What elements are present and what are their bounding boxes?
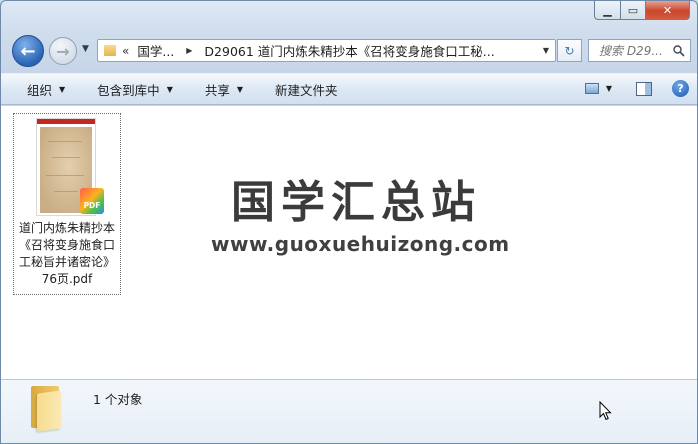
file-name-line: 工秘旨并诸密论》 <box>18 255 115 269</box>
chevron-down-icon: ▼ <box>236 84 244 94</box>
include-library-label: 包含到库中 <box>97 82 160 98</box>
organize-menu[interactable]: 组织 ▼ <box>27 80 65 99</box>
share-menu[interactable]: 共享 ▼ <box>205 80 243 99</box>
refresh-button[interactable]: ↻ <box>557 39 582 62</box>
file-name[interactable]: 道门内炼朱精抄本 《召将变身施食口 工秘旨并诸密论》 76页.pdf <box>14 220 120 288</box>
change-view-icon[interactable] <box>584 83 599 94</box>
new-folder-label: 新建文件夹 <box>275 82 338 98</box>
item-count: 1 个对象 <box>93 392 143 407</box>
file-list-area[interactable]: PDF 道门内炼朱精抄本 《召将变身施食口 工秘旨并诸密论》 76页.pdf 国… <box>1 106 697 379</box>
breadcrumb-separator-icon[interactable]: ▶ <box>186 46 192 55</box>
window-controls: ▁ ▭ ✕ <box>594 1 690 20</box>
share-label: 共享 <box>204 82 230 98</box>
minimize-button[interactable]: ▁ <box>594 1 620 20</box>
chevron-down-icon: ▼ <box>59 84 66 94</box>
view-options-dropdown[interactable]: ▼ <box>606 84 612 93</box>
folder-icon <box>31 386 61 432</box>
watermark: 国学汇总站 www.guoxuehuizong.com <box>211 166 510 256</box>
include-in-library-menu[interactable]: 包含到库中 ▼ <box>97 80 173 99</box>
pdf-icon: PDF <box>80 188 104 214</box>
thumbnail-header-bar <box>37 119 95 124</box>
preview-pane-icon[interactable] <box>636 81 652 96</box>
address-bar[interactable]: « 国学... ▶ D29061 道门内炼朱精抄本《召将变身施食口工秘... ▼ <box>97 39 556 62</box>
folder-icon <box>104 45 116 56</box>
address-dropdown-icon[interactable]: ▼ <box>543 46 549 55</box>
forward-arrow-icon: → <box>56 41 70 61</box>
new-folder-button[interactable]: 新建文件夹 <box>275 80 338 99</box>
details-pane: 1 个对象 <box>1 379 697 443</box>
close-button[interactable]: ✕ <box>646 1 690 20</box>
organize-label: 组织 <box>27 82 53 98</box>
toolbar-right: ▼ ? <box>584 80 689 97</box>
refresh-icon: ↻ <box>564 43 575 58</box>
explorer-window: ▁ ▭ ✕ ← → ▼ « 国学... ▶ D29061 道门内炼朱精抄本《召将… <box>0 0 698 444</box>
back-arrow-icon: ← <box>20 40 36 62</box>
help-icon[interactable]: ? <box>672 80 689 97</box>
watermark-title: 国学汇总站 <box>231 177 481 228</box>
forward-button[interactable]: → <box>49 37 77 65</box>
file-name-line: 《召将变身施食口 <box>18 238 115 252</box>
recent-pages-dropdown[interactable]: ▼ <box>82 44 89 54</box>
breadcrumb-current[interactable]: D29061 道门内炼朱精抄本《召将变身施食口工秘... <box>204 41 494 60</box>
watermark-url: www.guoxuehuizong.com <box>211 232 510 256</box>
search-box[interactable] <box>588 39 691 62</box>
chevron-down-icon: ▼ <box>166 84 173 94</box>
address-overflow-chevron[interactable]: « <box>122 44 129 58</box>
search-icon[interactable] <box>673 44 685 57</box>
file-name-line: 道门内炼朱精抄本 <box>18 221 115 235</box>
breadcrumb-root[interactable]: 国学... <box>137 41 174 60</box>
search-input[interactable] <box>599 43 671 58</box>
mouse-cursor-icon <box>599 401 612 421</box>
command-bar: 组织 ▼ 包含到库中 ▼ 共享 ▼ 新建文件夹 ▼ ? <box>1 73 697 105</box>
file-name-line: 76页.pdf <box>41 272 93 286</box>
pdf-badge-label: PDF <box>83 201 101 210</box>
file-item[interactable]: PDF 道门内炼朱精抄本 《召将变身施食口 工秘旨并诸密论》 76页.pdf <box>13 113 121 295</box>
maximize-button[interactable]: ▭ <box>620 1 646 20</box>
back-button[interactable]: ← <box>12 35 44 67</box>
